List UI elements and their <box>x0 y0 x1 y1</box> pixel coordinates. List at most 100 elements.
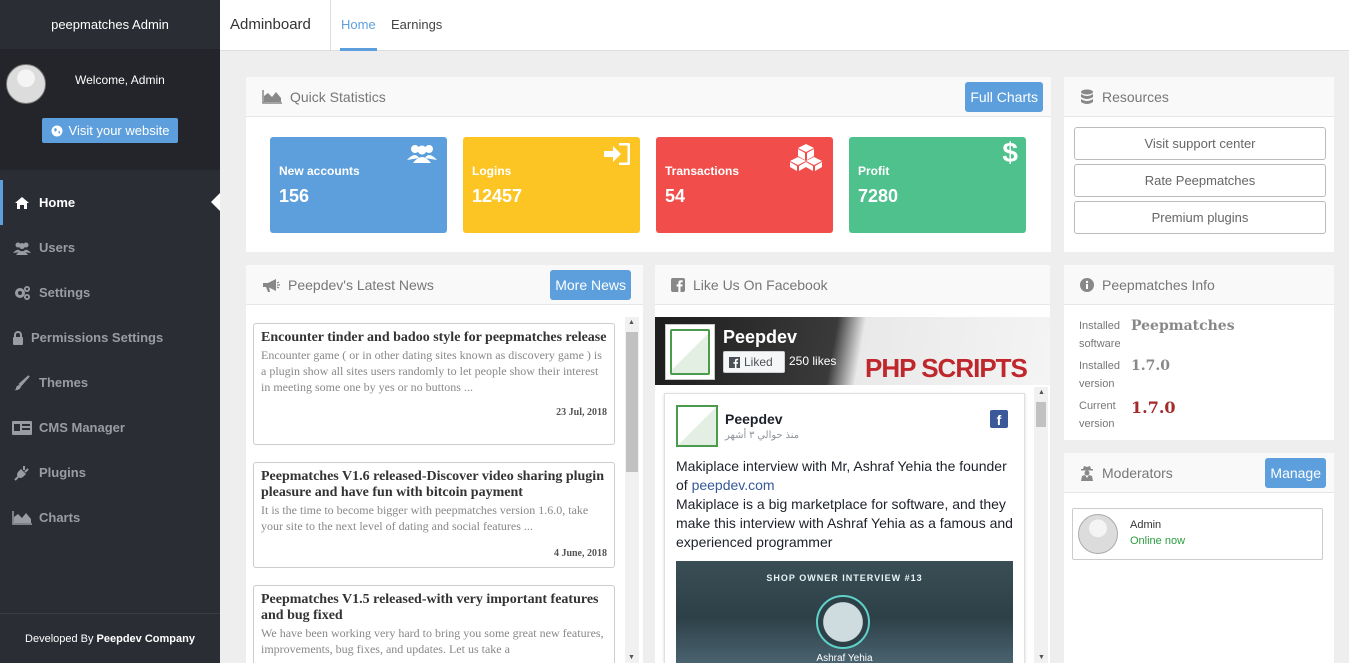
stat-card-profit[interactable]: $ Profit 7280 <box>849 137 1026 233</box>
sidebar-nav: Home Users Settings Permissions Settings… <box>0 180 220 540</box>
post-time[interactable]: منذ حوالي ٣ أشهر <box>725 430 799 441</box>
user-box: Welcome, Admin Visit your website <box>0 50 220 170</box>
sidebar-item-themes[interactable]: Themes <box>0 360 220 405</box>
resources-panel: Resources Visit support center Rate Peep… <box>1064 77 1334 252</box>
post-link[interactable]: peepdev.com <box>692 477 775 493</box>
post-avatar[interactable] <box>676 405 718 447</box>
info-value: 1.7.0 <box>1131 398 1176 417</box>
premium-plugins-button[interactable]: Premium plugins <box>1074 201 1326 234</box>
sidebar-item-charts[interactable]: Charts <box>0 495 220 540</box>
sidebar-item-label: Settings <box>39 285 91 300</box>
manage-moderators-button[interactable]: Manage <box>1265 458 1326 488</box>
news-date: 4 June, 2018 <box>553 548 607 559</box>
facebook-icon[interactable]: f <box>990 410 1008 428</box>
news-title[interactable]: Peepmatches V1.5 released-with very impo… <box>261 592 607 624</box>
scrollbar-thumb[interactable] <box>626 332 638 472</box>
news-item[interactable]: Peepmatches V1.5 released-with very impo… <box>253 585 615 663</box>
news-item[interactable]: Peepmatches V1.6 released-Discover video… <box>253 462 615 568</box>
facebook-page-name[interactable]: Peepdev <box>723 327 797 348</box>
facebook-liked-button[interactable]: Liked <box>723 351 785 373</box>
news-item[interactable]: Encounter tinder and badoo style for pee… <box>253 323 615 445</box>
bullhorn-icon <box>263 278 280 292</box>
liked-label: Liked <box>744 355 773 369</box>
stat-value: 54 <box>665 186 686 206</box>
news-date: 23 Jul, 2018 <box>556 407 607 418</box>
cover-text: PHP SCRIPTS <box>865 353 1028 383</box>
quick-statistics-panel: Quick Statistics Full Charts New account… <box>246 77 1051 252</box>
scroll-down-icon[interactable]: ▼ <box>628 654 635 661</box>
scroll-down-icon[interactable]: ▼ <box>1038 654 1045 661</box>
facebook-scrollbar[interactable]: ▲ ▼ <box>1034 387 1048 663</box>
info-label: Current version <box>1079 400 1116 430</box>
visit-website-button[interactable]: Visit your website <box>42 118 178 143</box>
post-image[interactable]: SHOP OWNER INTERVIEW #13 Ashraf Yehia <box>676 561 1013 663</box>
avatar <box>6 64 46 104</box>
cubes-icon <box>789 143 823 176</box>
footer-company-link[interactable]: Peepdev Company <box>97 633 195 645</box>
facebook-page-logo[interactable] <box>665 324 715 380</box>
info-value: 1.7.0 <box>1131 358 1170 374</box>
scrollbar-thumb[interactable] <box>1036 402 1046 427</box>
post-author[interactable]: Peepdev <box>725 411 783 427</box>
more-news-button[interactable]: More News <box>550 270 631 300</box>
sidebar-item-label: Users <box>39 240 76 255</box>
brush-icon <box>11 374 33 391</box>
facebook-square-icon <box>671 277 685 292</box>
sidebar-item-permissions[interactable]: Permissions Settings <box>0 315 220 360</box>
news-scrollbar[interactable]: ▲ ▼ <box>625 317 639 663</box>
stat-label: Transactions <box>665 164 740 178</box>
scroll-up-icon[interactable]: ▲ <box>1038 389 1045 396</box>
database-icon <box>1081 89 1093 104</box>
footer-prefix: Developed By <box>25 632 94 645</box>
visit-support-button[interactable]: Visit support center <box>1074 127 1326 160</box>
lock-icon <box>11 330 25 345</box>
panel-title: Peepmatches Info <box>1102 276 1215 293</box>
sidebar-item-users[interactable]: Users <box>0 225 220 270</box>
full-charts-button[interactable]: Full Charts <box>965 82 1043 112</box>
stat-card-new-accounts[interactable]: New accounts 156 <box>270 137 447 233</box>
stat-card-logins[interactable]: Logins 12457 <box>463 137 640 233</box>
sidebar-item-label: CMS Manager <box>39 420 125 435</box>
dollar-icon: $ <box>1002 137 1018 168</box>
rate-peepmatches-button[interactable]: Rate Peepmatches <box>1074 164 1326 197</box>
news-excerpt: Encounter game ( or in other dating site… <box>261 348 602 394</box>
stat-label: Profit <box>858 164 890 178</box>
interview-portrait <box>816 595 870 649</box>
sidebar-item-home[interactable]: Home <box>0 180 220 225</box>
post-text: Makiplace interview with Mr, Ashraf Yehi… <box>676 457 1021 552</box>
id-card-icon <box>11 420 33 435</box>
brand-title: peepmatches Admin <box>0 0 220 50</box>
sidebar-item-label: Plugins <box>39 465 86 480</box>
panel-header: Like Us On Facebook <box>655 265 1050 305</box>
globe-icon <box>51 125 63 136</box>
facebook-cover[interactable]: Peepdev Liked 250 likes PHP SCRIPTS <box>655 317 1050 385</box>
news-title[interactable]: Peepmatches V1.6 released-Discover video… <box>261 469 607 501</box>
tab-home[interactable]: Home <box>341 17 376 32</box>
news-title[interactable]: Encounter tinder and badoo style for pee… <box>261 330 607 346</box>
facebook-panel: Like Us On Facebook Peepdev Liked 250 li… <box>655 265 1050 663</box>
sidebar-item-cms[interactable]: CMS Manager <box>0 405 220 450</box>
peepmatches-info-panel: Peepmatches Info Installed software Peep… <box>1064 265 1334 440</box>
latest-news-panel: Peepdev's Latest News More News Encounte… <box>246 265 643 663</box>
info-label: Installed version <box>1079 360 1120 390</box>
scroll-up-icon[interactable]: ▲ <box>628 319 635 326</box>
moderator-status: Online now <box>1130 535 1186 547</box>
area-chart-icon <box>11 510 33 525</box>
sidebar-item-settings[interactable]: Settings <box>0 270 220 315</box>
panel-header: Peepmatches Info <box>1064 265 1334 305</box>
post-text-after: Makiplace is a big marketplace for softw… <box>676 496 1013 550</box>
home-icon <box>11 196 33 210</box>
sidebar-item-label: Home <box>39 195 76 210</box>
moderator-item[interactable]: Admin Online now <box>1072 508 1323 560</box>
stat-card-transactions[interactable]: Transactions 54 <box>656 137 833 233</box>
sidebar: peepmatches Admin Welcome, Admin Visit y… <box>0 0 220 663</box>
facebook-icon <box>729 356 740 368</box>
post-image-name: Ashraf Yehia <box>816 653 873 663</box>
sidebar-item-label: Themes <box>39 375 89 390</box>
users-icon <box>407 143 437 168</box>
sidebar-item-plugins[interactable]: Plugins <box>0 450 220 495</box>
users-icon <box>11 241 33 255</box>
tab-earnings[interactable]: Earnings <box>391 17 442 32</box>
info-label: Installed software <box>1079 320 1121 350</box>
area-chart-icon <box>262 89 282 104</box>
